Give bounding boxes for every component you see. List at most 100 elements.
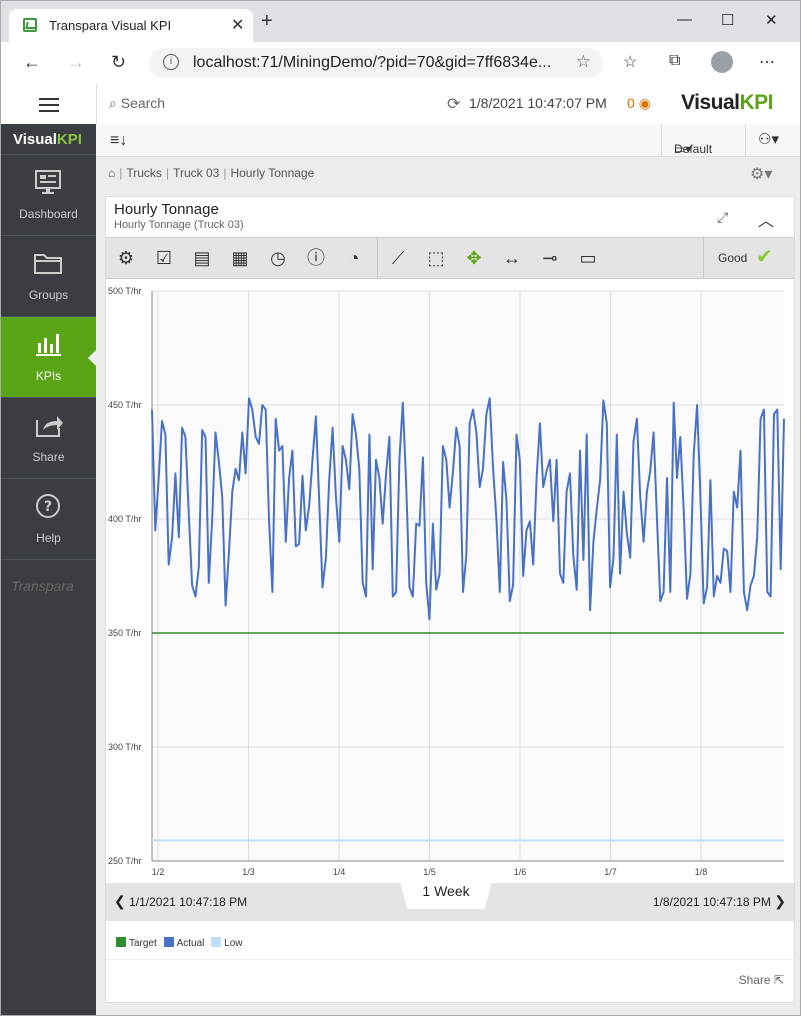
x-tick-label: 1/8: [695, 867, 708, 877]
gauge-icon[interactable]: ◔: [342, 246, 366, 270]
hamburger-menu-icon[interactable]: [39, 98, 59, 100]
panel-title: Hourly Tonnage: [114, 201, 219, 218]
sidebar-item-dashboard[interactable]: Dashboard: [1, 154, 96, 235]
horizontal-zoom-icon[interactable]: ↔: [500, 246, 524, 270]
svg-text:?: ?: [44, 499, 52, 515]
back-icon[interactable]: ←: [23, 52, 41, 73]
status-label: Good: [718, 251, 748, 265]
kpi-panel: Hourly Tonnage Hourly Tonnage (Truck 03)…: [105, 196, 795, 1003]
select-area-icon[interactable]: ⬚: [424, 246, 448, 270]
trend-icon[interactable]: ⟋: [386, 246, 410, 270]
range-duration-tab[interactable]: 1 Week: [398, 875, 494, 909]
sidebar-label-groups: Groups: [28, 288, 69, 302]
breadcrumb-trucks[interactable]: Trucks: [126, 166, 162, 180]
range-start-text: 1/1/2021 10:47:18 PM: [129, 895, 248, 909]
app-favicon-icon: [23, 18, 37, 32]
legend-target[interactable]: Target: [129, 938, 157, 949]
sidebar-divider: [1, 559, 96, 561]
sidebar-item-share[interactable]: Share: [1, 397, 96, 478]
address-bar-row: ← → ↻ i localhost:71/MiningDemo/?pid=70&…: [1, 42, 800, 85]
home-icon[interactable]: ⌂: [108, 166, 115, 180]
range-start[interactable]: ❮ 1/1/2021 10:47:18 PM: [114, 893, 247, 910]
gear-icon[interactable]: ⚙: [114, 246, 138, 270]
check-icon: ✔: [756, 246, 773, 268]
sidebar-brand-prefix: Visual: [13, 131, 57, 148]
comment-icon[interactable]: ▭: [576, 246, 600, 270]
layout-icon: ▭▾: [674, 142, 692, 156]
site-info-icon[interactable]: i: [163, 54, 179, 70]
trend-chart[interactable]: 250 T/hr 300 T/hr 350 T/hr 400 T/hr 450 T/hr…: [106, 277, 794, 883]
breadcrumb-separator: |: [119, 166, 123, 180]
alarm-count-value: 0: [627, 95, 635, 111]
sidebar-label-help: Help: [36, 531, 61, 545]
maximize-icon[interactable]: ☐: [721, 11, 734, 29]
header-divider: [96, 84, 97, 124]
legend-swatch-low: [211, 937, 222, 947]
pan-icon[interactable]: ✥: [462, 246, 486, 270]
breadcrumb-hourly-tonnage[interactable]: Hourly Tonnage: [230, 166, 314, 180]
legend-low[interactable]: Low: [224, 938, 242, 949]
panel-divider: [106, 959, 794, 960]
close-window-icon[interactable]: ✕: [765, 11, 778, 29]
user-menu[interactable]: ⚇▾: [745, 124, 800, 156]
profile-avatar[interactable]: [711, 51, 733, 73]
favorites-icon[interactable]: ☆: [623, 52, 637, 72]
edit-chart-icon[interactable]: ☑: [152, 246, 176, 270]
url-field[interactable]: i localhost:71/MiningDemo/?pid=70&gid=7f…: [149, 48, 603, 78]
sidebar-item-help[interactable]: ? Help: [1, 478, 96, 559]
sidebar-brand-suffix: KPI: [56, 131, 82, 148]
sidebar-label-kpis: KPIs: [35, 369, 62, 383]
layout-selector[interactable]: Default ▭▾: [661, 124, 746, 156]
forward-icon[interactable]: →: [67, 52, 85, 73]
eye-icon: ◉: [638, 95, 651, 111]
chevron-right-icon[interactable]: ❯: [774, 893, 786, 909]
brand-prefix: Visual: [681, 91, 740, 114]
y-tick-label: 250 T/hr: [108, 856, 141, 866]
chevron-left-icon[interactable]: ❮: [114, 893, 126, 909]
legend-actual[interactable]: Actual: [177, 938, 205, 949]
sidebar-item-groups[interactable]: Groups: [1, 235, 96, 316]
refresh-icon[interactable]: ⟳: [447, 94, 460, 114]
sidebar-label-share: Share: [32, 450, 65, 464]
info-icon[interactable]: ⓘ: [304, 246, 328, 270]
toolbar-divider: [703, 238, 704, 278]
browser-tab[interactable]: Transpara Visual KPI ✕: [9, 9, 253, 42]
breadcrumb-truck-03[interactable]: Truck 03: [173, 166, 219, 180]
favorite-star-icon[interactable]: ☆: [576, 52, 591, 72]
y-tick-label: 450 T/hr: [108, 400, 141, 410]
settings-gear-icon[interactable]: ⚙▾: [750, 164, 772, 184]
y-tick-label: 400 T/hr: [108, 514, 141, 524]
minimize-icon[interactable]: —: [677, 11, 692, 28]
alarm-count[interactable]: 0 ◉: [627, 95, 651, 112]
folder-icon: [34, 254, 62, 274]
expand-icon[interactable]: ⤢: [717, 209, 728, 226]
collections-icon[interactable]: ⧉: [669, 52, 680, 70]
range-end[interactable]: 1/8/2021 10:47:18 PM ❯: [653, 893, 786, 910]
reload-icon[interactable]: ↻: [111, 52, 126, 73]
history-icon[interactable]: ◷: [266, 246, 290, 270]
close-tab-icon[interactable]: ✕: [231, 15, 244, 35]
cursor-icon[interactable]: ⊸: [538, 246, 562, 270]
chart-legend: Target Actual Low: [116, 937, 247, 949]
new-tab-icon[interactable]: +: [261, 11, 273, 31]
brand-logo: VisualKPI: [681, 91, 773, 115]
export-icon[interactable]: ▤: [190, 246, 214, 270]
y-tick-label: 300 T/hr: [108, 742, 141, 752]
more-menu-icon[interactable]: ⋯: [759, 52, 775, 72]
help-icon: ?: [36, 494, 60, 518]
collapse-list-icon[interactable]: ≡↓: [110, 132, 127, 150]
chevron-up-icon[interactable]: ︿: [758, 207, 774, 231]
legend-swatch-target: [116, 937, 126, 947]
share-icon: [36, 416, 63, 437]
share-link[interactable]: Share ⇱: [739, 973, 784, 987]
app-header: ⌕ Search ⟳ 1/8/2021 10:47:07 PM 0 ◉ Visu…: [1, 84, 800, 125]
calendar-icon[interactable]: ▦: [228, 246, 252, 270]
x-tick-label: 1/3: [242, 867, 255, 877]
sidebar-item-kpis[interactable]: KPIs: [1, 316, 97, 397]
breadcrumb-separator: |: [165, 166, 170, 180]
search-input[interactable]: ⌕ Search: [109, 95, 165, 112]
toolbar-divider: [377, 238, 378, 278]
time-range-bar: ❮ 1/1/2021 10:47:18 PM 1 Week 1/8/2021 1…: [106, 875, 794, 921]
dashboard-icon: [35, 170, 61, 194]
browser-window: Transpara Visual KPI ✕ + — ☐ ✕ ← → ↻ i l…: [0, 0, 801, 1016]
